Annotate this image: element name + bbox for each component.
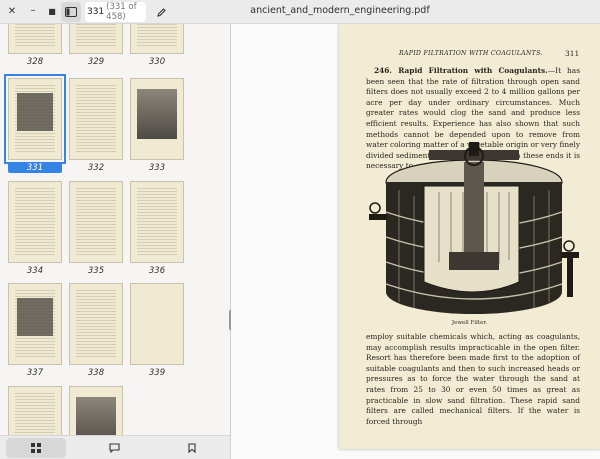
- page-thumbnail[interactable]: [8, 24, 62, 54]
- thumbnail-figure: [17, 93, 53, 131]
- thumbnail-label[interactable]: 329: [69, 57, 123, 67]
- page-thumbnail[interactable]: [8, 283, 62, 365]
- figure-caption: Jewell Filter.: [451, 320, 488, 326]
- thumbnail-content: [137, 188, 177, 256]
- thumbnail-content: [76, 85, 116, 153]
- minimize-icon[interactable]: –: [25, 3, 41, 19]
- close-icon[interactable]: ✕: [4, 4, 20, 20]
- page-thumbnail[interactable]: [69, 78, 123, 160]
- thumbnail-content: [131, 284, 183, 364]
- document-viewer-window: ✕ – ■ 331 (331 of 458) ancient_and_moder…: [0, 0, 600, 459]
- sidebar-toggle-button[interactable]: [61, 2, 81, 22]
- tab-bookmarks[interactable]: [162, 438, 222, 458]
- sidebar-toggle-icon: [65, 7, 77, 17]
- paragraph-2: employ suitable chemicals which, acting …: [366, 332, 580, 426]
- thumbnail-figure: [17, 298, 53, 336]
- bookmark-icon: [188, 443, 196, 453]
- thumbnail-content: [76, 397, 116, 435]
- running-head: RAPID FILTRATION WITH COAGULANTS.: [399, 50, 543, 57]
- thumbnail-content: [76, 24, 116, 47]
- thumbnail-label[interactable]: 338: [69, 368, 123, 378]
- thumbnail-content: [15, 24, 55, 47]
- page-thumbnail[interactable]: [4, 74, 66, 164]
- thumbnail-content: [137, 24, 177, 47]
- sidebar-tabs: [0, 435, 230, 459]
- thumbnail-label[interactable]: 330: [130, 57, 184, 67]
- page-thumbnail[interactable]: [130, 24, 184, 54]
- page-current[interactable]: 331: [85, 7, 106, 17]
- page-thumbnail[interactable]: [130, 181, 184, 263]
- page-of-total: (331 of 458): [106, 2, 137, 22]
- thumbnail-content: [137, 89, 177, 139]
- thumbnail-label[interactable]: 335: [69, 266, 123, 276]
- page-thumbnail[interactable]: [69, 283, 123, 365]
- page-thumbnail[interactable]: [69, 181, 123, 263]
- thumbnail-label[interactable]: 333: [130, 163, 184, 173]
- pencil-icon: [156, 7, 166, 17]
- thumbnail-label[interactable]: 331: [8, 163, 62, 173]
- annotate-button[interactable]: [151, 2, 171, 22]
- thumbnail-content: [76, 290, 116, 358]
- thumbnail-label[interactable]: 339: [130, 368, 184, 378]
- page-thumbnail[interactable]: [130, 283, 184, 365]
- page-thumbnail[interactable]: [8, 386, 62, 435]
- figure-jewell-filter: [369, 142, 579, 320]
- page-thumbnail[interactable]: [130, 78, 184, 160]
- document-view[interactable]: RAPID FILTRATION WITH COAGULANTS. 311 24…: [231, 24, 600, 459]
- pdf-page: RAPID FILTRATION WITH COAGULANTS. 311 24…: [339, 24, 600, 449]
- thumbnail-label[interactable]: 337: [8, 368, 62, 378]
- tab-annotations[interactable]: [84, 438, 144, 458]
- thumbnail-content: [76, 188, 116, 256]
- page-number-field[interactable]: 331 (331 of 458): [85, 2, 146, 22]
- tab-thumbnails[interactable]: [6, 438, 66, 458]
- page-thumbnail[interactable]: [69, 386, 123, 435]
- thumbnail-label[interactable]: 334: [8, 266, 62, 276]
- page-number: 311: [565, 49, 580, 58]
- thumbnail-content: [15, 393, 55, 435]
- comment-icon: [108, 443, 120, 453]
- header-bar: ✕ – ■ 331 (331 of 458) ancient_and_moder…: [0, 0, 600, 24]
- grid-icon: [31, 443, 41, 453]
- thumbnail-sidebar[interactable]: 328 329 330 331 332 333 334 335 336 337 338 339: [0, 24, 230, 435]
- document-title: ancient_and_modern_engineering.pdf: [250, 5, 430, 16]
- page-thumbnail[interactable]: [69, 24, 123, 54]
- thumbnail-content: [15, 188, 55, 256]
- page-thumbnail[interactable]: [8, 181, 62, 263]
- section-heading: 246. Rapid Filtration with Coagulants.: [374, 66, 548, 75]
- thumbnail-label[interactable]: 336: [130, 266, 184, 276]
- maximize-icon[interactable]: ■: [44, 4, 60, 20]
- thumbnail-label[interactable]: 332: [69, 163, 123, 173]
- thumbnail-label[interactable]: 328: [8, 57, 62, 67]
